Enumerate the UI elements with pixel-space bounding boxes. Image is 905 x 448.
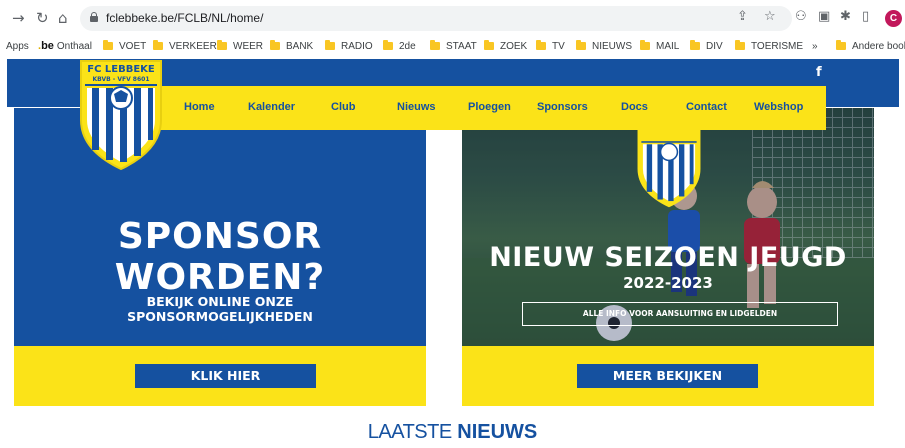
nav-kalender[interactable]: Kalender <box>248 101 295 113</box>
bookmark-label: NIEUWS <box>592 40 632 52</box>
nav-club[interactable]: Club <box>331 101 355 113</box>
season-year: 2022-2023 <box>623 274 713 292</box>
folder-icon <box>735 40 745 50</box>
url-text: fclebbeke.be/FCLB/NL/home/ <box>106 11 264 25</box>
bookmark-voet[interactable]: VOET <box>103 38 146 54</box>
bookmark-label: ZOEK <box>500 40 528 52</box>
folder-icon <box>690 40 700 50</box>
bookmark-onthaal[interactable]: .be Onthaal <box>38 38 92 54</box>
folder-icon <box>217 40 227 50</box>
club-badge-small <box>637 122 701 208</box>
bookmark-tv[interactable]: TV <box>536 38 565 54</box>
home-icon[interactable]: ⌂ <box>58 9 68 27</box>
folder-icon <box>103 40 113 50</box>
other-bookmarks-label: Andere book <box>852 40 905 52</box>
meer-bekijken-button[interactable]: MEER BEKIJKEN <box>577 364 758 388</box>
bookmark-label: VOET <box>119 40 147 52</box>
bookmark-div[interactable]: DIV <box>690 38 723 54</box>
folder-icon <box>576 40 586 50</box>
extension-puzzle-square-icon[interactable]: ▣ <box>818 9 830 24</box>
folder-icon <box>484 40 494 50</box>
latest-news-heading: LAATSTE NIEUWS <box>0 421 905 444</box>
bookmark-label: STAAT <box>446 40 477 52</box>
nav-nieuws[interactable]: Nieuws <box>397 101 436 113</box>
sponsor-subtitle-line1: BEKIJK ONLINE ONZE <box>146 294 294 309</box>
news-heading-light: LAATSTE <box>367 421 452 443</box>
bookmarks-bar: Apps .be Onthaal VOET VERKEER WEER BANK R… <box>0 36 905 56</box>
bookmarks-overflow[interactable]: » <box>812 38 818 54</box>
season-title: NIEUW SEIZOEN JEUGD <box>489 242 847 273</box>
bookmark-weer[interactable]: WEER <box>217 38 263 54</box>
bookmark-label: 2de <box>399 40 416 52</box>
apps-label: Apps <box>6 40 29 52</box>
club-logo-name: FC LEBBEKE <box>87 64 155 75</box>
main-navigation: Home Kalender Club Nieuws Ploegen Sponso… <box>153 86 826 130</box>
bookmark-staat[interactable]: STAAT <box>430 38 477 54</box>
forward-arrow-icon[interactable]: → <box>12 9 25 27</box>
nav-home[interactable]: Home <box>184 101 215 113</box>
extension-icon[interactable]: ⚇ <box>795 9 807 24</box>
bookmark-radio[interactable]: RADIO <box>325 38 373 54</box>
facebook-icon[interactable]: f <box>816 65 822 80</box>
sponsor-title: SPONSOR WORDEN? <box>114 216 326 298</box>
season-button-area: MEER BEKIJKEN <box>462 346 874 406</box>
bookmark-zoek[interactable]: ZOEK <box>484 38 527 54</box>
bookmark-mail[interactable]: MAIL <box>640 38 679 54</box>
sponsor-button-area: KLIK HIER <box>14 346 426 406</box>
bookmark-label: WEER <box>233 40 263 52</box>
bookmark-label: DIV <box>706 40 723 52</box>
browser-toolbar: → ↻ ⌂ fclebbeke.be/FCLB/NL/home/ ⇪ ☆ ⚇ ▣… <box>0 0 905 36</box>
news-heading-bold: NIEUWS <box>457 421 538 443</box>
folder-icon <box>430 40 440 50</box>
bookmark-label: TOERISME <box>751 40 804 52</box>
be-logo-icon: .be <box>38 40 54 52</box>
season-info-box[interactable]: ALLE INFO VOOR AANSLUITING EN LIDGELDEN <box>522 302 838 326</box>
bookmark-2de[interactable]: 2de <box>383 38 416 54</box>
bookmark-star-icon[interactable]: ☆ <box>764 9 776 24</box>
apps-shortcut[interactable]: Apps <box>6 38 29 54</box>
folder-icon <box>325 40 335 50</box>
nav-webshop[interactable]: Webshop <box>754 101 803 113</box>
bookmark-label: RADIO <box>341 40 373 52</box>
klik-hier-button[interactable]: KLIK HIER <box>135 364 316 388</box>
club-logo[interactable]: FC LEBBEKE KBVB - VFV 8601 <box>78 58 164 172</box>
side-panel-icon[interactable]: ▯ <box>862 9 869 24</box>
folder-icon <box>640 40 650 50</box>
sponsor-subtitle-line2: SPONSORMOGELIJKHEDEN <box>127 309 313 324</box>
lock-icon <box>90 12 98 22</box>
nav-sponsors[interactable]: Sponsors <box>537 101 588 113</box>
folder-icon <box>836 40 846 50</box>
sponsor-subtitle: BEKIJK ONLINE ONZE SPONSORMOGELIJKHEDEN <box>14 294 426 324</box>
nav-docs[interactable]: Docs <box>621 101 648 113</box>
folder-icon <box>270 40 280 50</box>
share-icon[interactable]: ⇪ <box>737 9 748 24</box>
nav-ploegen[interactable]: Ploegen <box>468 101 511 113</box>
other-bookmarks[interactable]: Andere book <box>836 38 905 54</box>
puzzle-icon[interactable]: ✱ <box>840 9 851 24</box>
bookmark-nieuws[interactable]: NIEUWS <box>576 38 632 54</box>
bookmark-verkeer[interactable]: VERKEER <box>153 38 217 54</box>
bookmark-label: BANK <box>286 40 314 52</box>
club-logo-sub: KBVB - VFV 8601 <box>92 76 149 83</box>
bookmark-toerisme[interactable]: TOERISME <box>735 38 803 54</box>
bookmark-label: Onthaal <box>56 40 92 52</box>
folder-icon <box>536 40 546 50</box>
bookmark-bank[interactable]: BANK <box>270 38 313 54</box>
address-bar[interactable]: fclebbeke.be/FCLB/NL/home/ ⇪ ☆ <box>80 6 792 31</box>
profile-avatar[interactable]: C <box>885 10 902 27</box>
bookmark-label: MAIL <box>656 40 680 52</box>
folder-icon <box>383 40 393 50</box>
bookmark-label: TV <box>552 40 565 52</box>
nav-contact[interactable]: Contact <box>686 101 727 113</box>
page-content: f SPONSOR WORDEN? BEKIJK ONLINE ONZE SPO… <box>0 56 905 448</box>
sponsor-banner: SPONSOR WORDEN? BEKIJK ONLINE ONZE SPONS… <box>14 108 426 346</box>
bookmark-label: VERKEER <box>169 40 217 52</box>
reload-icon[interactable]: ↻ <box>36 9 49 27</box>
folder-icon <box>153 40 163 50</box>
